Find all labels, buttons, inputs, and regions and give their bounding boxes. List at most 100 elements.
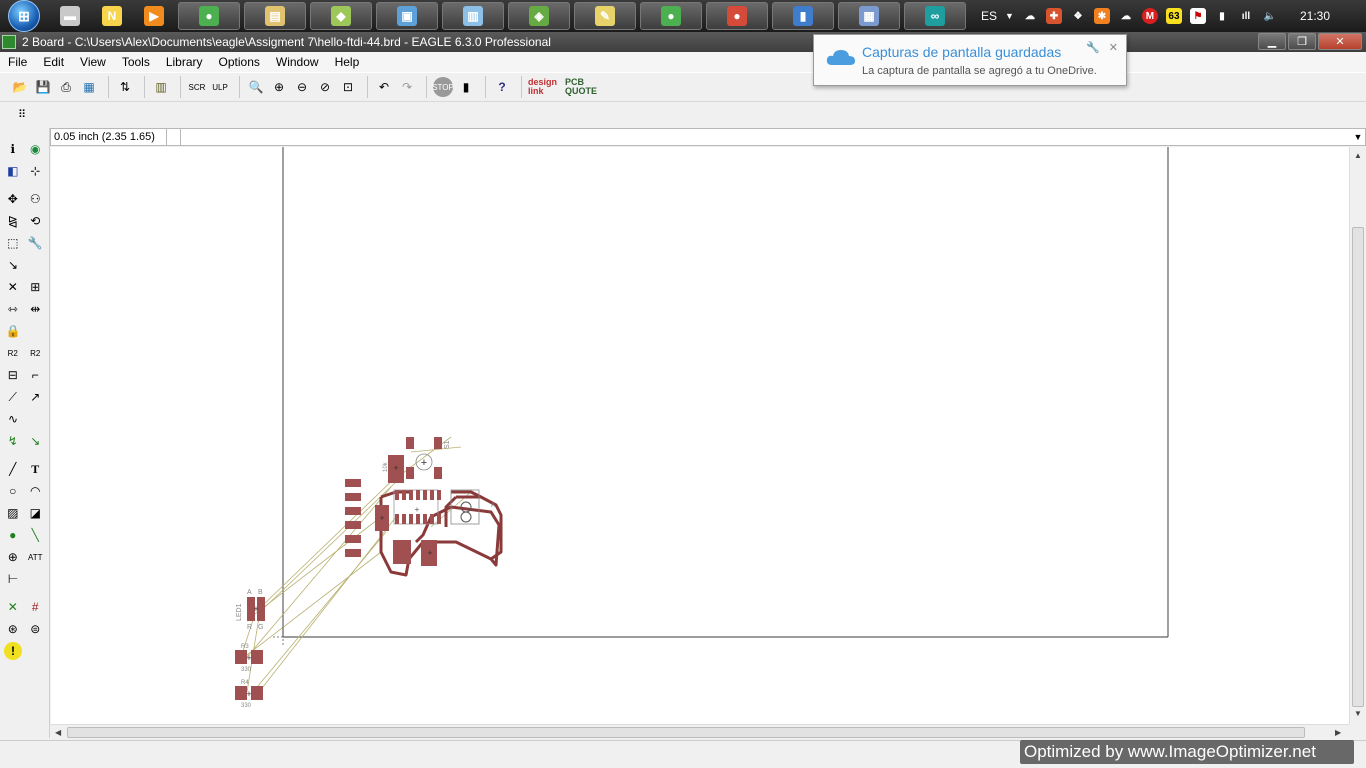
optimize-icon[interactable]: ⟋ [4, 388, 22, 406]
onedrive-icon[interactable]: ☁ [1022, 8, 1038, 24]
show-icon[interactable]: ◉ [27, 140, 45, 158]
print-icon[interactable]: ⎙ [56, 77, 76, 97]
auto-icon[interactable]: # [27, 598, 45, 616]
replace-icon[interactable]: ⇿ [4, 300, 22, 318]
notification-badge[interactable]: 63 [1165, 8, 1182, 24]
help-icon[interactable]: ? [492, 77, 512, 97]
command-history-box[interactable] [169, 129, 181, 145]
ratsnest-icon[interactable]: ✕ [4, 598, 22, 616]
designlink-button[interactable]: design link [528, 78, 557, 96]
led1[interactable]: + LED1 A B R G [236, 589, 265, 631]
dimension-icon[interactable]: ⊢ [4, 570, 22, 588]
save-icon[interactable]: 💾 [33, 77, 53, 97]
cam-icon[interactable]: ▦ [79, 77, 99, 97]
resistor-r1[interactable]: + 10k [383, 455, 404, 483]
meander-icon[interactable]: ∿ [4, 410, 22, 428]
go-icon[interactable]: ▮ [456, 77, 476, 97]
info-icon[interactable]: ℹ [4, 140, 22, 158]
zoom-fit-icon[interactable]: 🔍 [246, 77, 266, 97]
scroll-up-icon[interactable]: ▲ [1354, 151, 1362, 160]
chrome-app-2[interactable]: ● [640, 2, 702, 30]
zoom-select-icon[interactable]: ⊡ [338, 77, 358, 97]
zoom-in-icon[interactable]: ⊕ [269, 77, 289, 97]
wire-icon[interactable]: ╱ [4, 460, 22, 478]
board-switch-icon[interactable]: ⇅ [115, 77, 135, 97]
pcb-quote-button[interactable]: PCB QUOTE [565, 78, 597, 96]
start-button[interactable]: ⊞ [8, 0, 40, 32]
avast-icon[interactable]: ✱ [1093, 8, 1110, 24]
name-icon[interactable]: R2 [4, 344, 22, 362]
mirror-icon[interactable]: ⧎ [4, 212, 22, 230]
polygon-icon[interactable]: ◪ [27, 504, 45, 522]
ulp-icon[interactable]: ULP [210, 77, 230, 97]
ic-attiny44[interactable]: + [393, 489, 441, 525]
grid-icon[interactable]: ⠿ [12, 104, 32, 124]
capacitor-c1[interactable]: + [375, 505, 389, 531]
value-icon[interactable]: R2 [27, 344, 45, 362]
menu-view[interactable]: Tools [114, 55, 158, 69]
errors-icon[interactable]: ⊜ [27, 620, 45, 638]
scroll-right-icon[interactable]: ▶ [1335, 728, 1341, 737]
battery-icon[interactable]: ▮ [1214, 8, 1230, 24]
miter-icon[interactable]: ⌐ [27, 366, 45, 384]
text-icon[interactable]: T [27, 460, 45, 478]
onedrive-notification[interactable]: Capturas de pantalla guardadas La captur… [813, 34, 1127, 86]
horizontal-scrollbar[interactable]: ◀ ▶ [51, 724, 1349, 740]
docs-app[interactable]: ▥ [442, 2, 504, 30]
maximize-button[interactable]: ❐ [1288, 33, 1316, 50]
warning-icon[interactable]: ! [4, 642, 22, 660]
chevron-down-icon[interactable]: ▼ [1351, 132, 1365, 142]
zoom-out-icon[interactable]: ⊖ [292, 77, 312, 97]
remote-app[interactable]: ▣ [376, 2, 438, 30]
signal-icon[interactable]: ╲ [27, 526, 45, 544]
change-icon[interactable]: 🔧 [27, 234, 45, 252]
display-layers-icon[interactable]: ◧ [4, 162, 22, 180]
add-icon[interactable]: ⊞ [27, 278, 45, 296]
menu-library[interactable]: Options [211, 55, 268, 69]
notes-app[interactable]: ✎ [574, 2, 636, 30]
delete-icon[interactable]: ✕ [4, 278, 22, 296]
sync-icon[interactable]: ✚ [1045, 8, 1062, 24]
paint-app[interactable]: ◆ [310, 2, 372, 30]
explorer-app[interactable]: ▤ [244, 2, 306, 30]
board-canvas[interactable]: + + S1 + 10k + A + + LED1 A B R G + R3 3… [51, 147, 1349, 724]
volume-icon[interactable]: 🔈 [1262, 8, 1278, 24]
menu-file[interactable]: File [0, 55, 35, 69]
media-app[interactable]: ▶ [136, 2, 172, 30]
pin-icon[interactable]: 🔧 [1086, 41, 1100, 54]
rotate-icon[interactable]: ⟲ [27, 212, 45, 230]
git-app[interactable]: ◈ [508, 2, 570, 30]
scroll-down-icon[interactable]: ▼ [1354, 709, 1362, 718]
switch-s1[interactable]: + S1 [406, 437, 451, 479]
mail-icon[interactable]: M [1141, 8, 1158, 24]
open-icon[interactable]: 📂 [10, 77, 30, 97]
cloud-icon[interactable]: ☁ [1118, 8, 1134, 24]
vertical-scroll-thumb[interactable] [1352, 227, 1364, 707]
inkscape-app[interactable]: ▮ [772, 2, 834, 30]
group-icon[interactable]: ⬚ [4, 234, 22, 252]
mark-icon[interactable]: ⊹ [27, 162, 45, 180]
move-icon[interactable]: ✥ [4, 190, 22, 208]
horizontal-scroll-thumb[interactable] [67, 727, 1305, 738]
paste-icon[interactable]: ↘ [4, 256, 22, 274]
arc-icon[interactable]: ◠ [27, 482, 45, 500]
ripup-icon[interactable]: ↯ [4, 432, 22, 450]
command-input[interactable] [181, 129, 1351, 145]
circle-icon[interactable]: ○ [4, 482, 22, 500]
resistor-r3[interactable]: + R3 330 [235, 644, 263, 673]
close-icon[interactable]: ✕ [1109, 41, 1118, 54]
arduino-app[interactable]: ∞ [904, 2, 966, 30]
redo-icon[interactable]: ↷ [397, 77, 417, 97]
smash-icon[interactable]: 🔒 [4, 322, 22, 340]
menu-edit[interactable]: Edit [35, 55, 72, 69]
chevron-down-icon[interactable]: ▼ [1005, 11, 1014, 21]
library-icon[interactable]: ▥ [151, 77, 171, 97]
stop-icon[interactable]: STOP [432, 77, 454, 97]
undo-icon[interactable]: ↶ [374, 77, 394, 97]
rect-icon[interactable]: ▨ [4, 504, 22, 522]
vertical-scrollbar[interactable]: ▲ ▼ [1349, 147, 1366, 724]
scroll-left-icon[interactable]: ◀ [55, 728, 61, 737]
route-icon[interactable]: ↗ [27, 388, 45, 406]
lock-icon[interactable]: ⇹ [27, 300, 45, 318]
split-icon[interactable]: ⊟ [4, 366, 22, 384]
